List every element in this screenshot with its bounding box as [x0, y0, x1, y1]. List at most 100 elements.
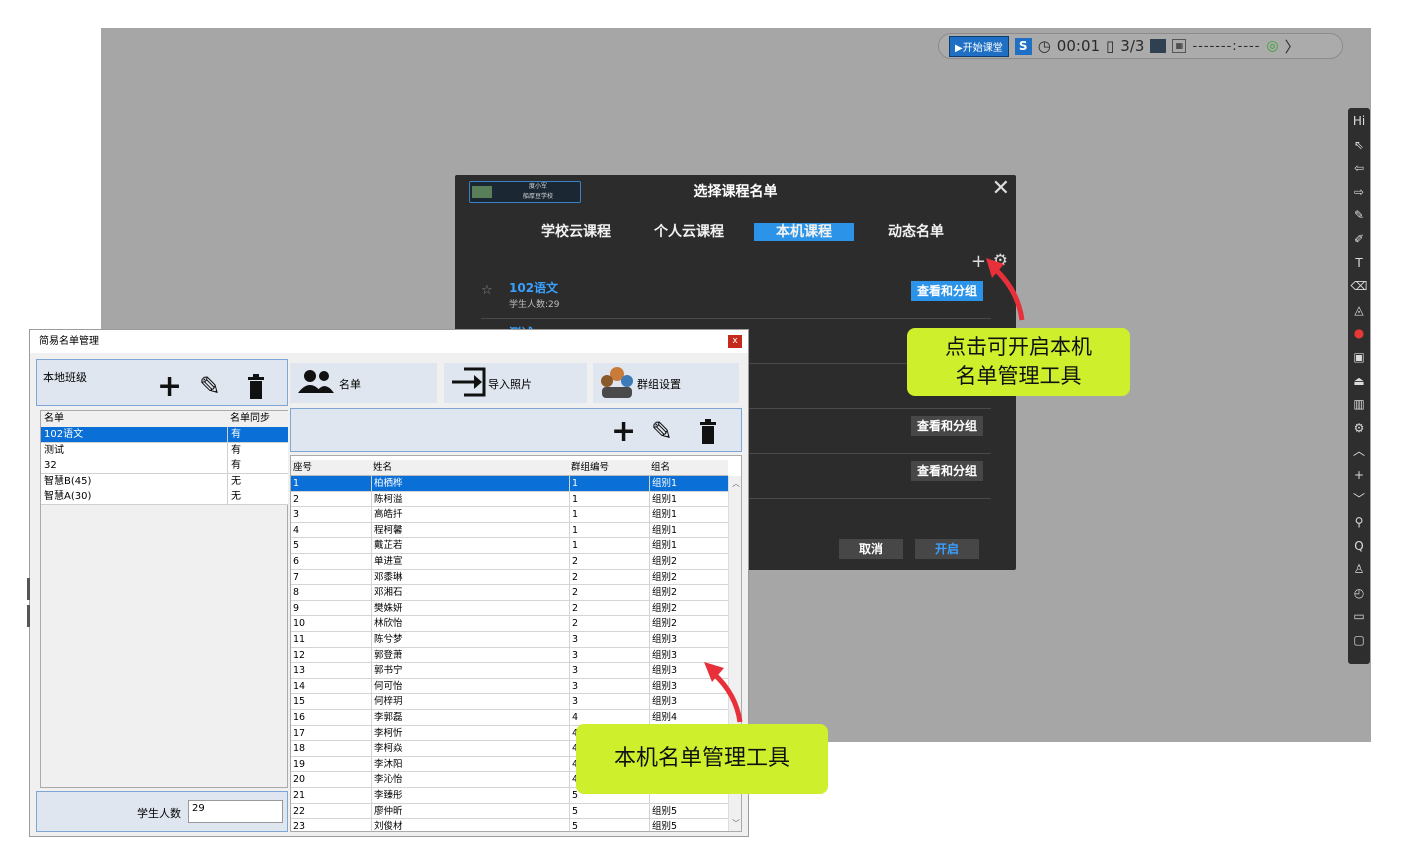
sync-cell: 有 — [227, 442, 288, 459]
tab-roster[interactable]: 名单 — [290, 363, 437, 403]
trash-icon[interactable] — [247, 374, 265, 400]
people-icon — [298, 370, 334, 393]
table-row[interactable]: 13 郭书宁 3 组别3 — [291, 663, 728, 679]
tab-local-course[interactable]: 本机课程 — [754, 223, 854, 241]
table-row[interactable]: 4 程柯馨 1 组别1 — [291, 522, 728, 539]
class-name-cell: 32 — [44, 460, 57, 472]
palette-icon[interactable]: ● — [1349, 322, 1369, 346]
class-name-cell: 102语文 — [44, 429, 84, 440]
star-icon[interactable]: ☆ — [481, 283, 493, 298]
cancel-button[interactable]: 取消 — [839, 539, 903, 559]
pen-icon[interactable]: ✎ — [1349, 204, 1369, 228]
tab-personal-cloud[interactable]: 个人云课程 — [654, 223, 724, 241]
course-name: 102语文 — [509, 281, 559, 295]
group-name-cell: 组别1 — [649, 476, 728, 492]
student-count-label: 学生人数 — [137, 807, 181, 820]
table-row[interactable]: 测试 有 — [41, 442, 288, 459]
open-button[interactable]: 开启 — [915, 539, 979, 559]
settings-icon[interactable]: ⚙ — [1349, 417, 1369, 441]
qr-icon[interactable]: ▦ — [1172, 39, 1187, 53]
person-icon[interactable]: ♙ — [1349, 558, 1369, 582]
tab-group-settings[interactable]: 群组设置 — [593, 363, 739, 403]
red-arrow-icon — [704, 662, 743, 723]
tab-school-cloud[interactable]: 学校云课程 — [541, 223, 611, 241]
start-class-button[interactable]: ▶开始课堂 — [949, 35, 1009, 57]
screen-icon[interactable] — [1150, 39, 1167, 53]
tab-label: 名单 — [339, 378, 361, 391]
stamp-icon[interactable]: ⏏ — [1349, 370, 1369, 394]
cursor-icon[interactable]: ⇖ — [1349, 134, 1369, 158]
text-icon[interactable]: T — [1349, 252, 1369, 276]
text-box-icon[interactable]: ▭ — [1349, 605, 1369, 629]
table-row[interactable]: 11 陈兮梦 3 组别3 — [291, 632, 728, 648]
group-name-cell: 组别1 — [649, 491, 728, 508]
group-id-cell: 2 — [569, 569, 649, 586]
table-row[interactable]: 14 何可怡 3 组别3 — [291, 678, 728, 695]
seat-cell: 1 — [293, 478, 300, 489]
q-icon[interactable]: Q — [1349, 535, 1369, 559]
zoom-icon[interactable]: ⚲ — [1349, 511, 1369, 535]
redo-icon[interactable]: ⇨ — [1349, 181, 1369, 205]
scroll-down-icon[interactable]: ﹀ — [729, 818, 741, 829]
close-icon[interactable]: ✕ — [992, 176, 1010, 201]
seat-cell: 8 — [293, 587, 300, 599]
column-header: 名单同步 — [230, 413, 270, 424]
s-app-icon[interactable]: S — [1014, 37, 1032, 55]
dialog-title: 选择课程名单 — [693, 184, 778, 200]
view-group-button[interactable]: 查看和分组 — [911, 416, 983, 436]
class-list-table: 名单 名单同步 102语文有测试有 32 有智慧B(45) 无智慧A(30) 无 — [40, 410, 288, 788]
list-item[interactable]: ☆ 102语文 学生人数:29 查看和分组 — [481, 275, 991, 319]
name-cell: 程柯馨 — [371, 522, 569, 539]
table-row[interactable]: 12 郭登萧 3 组别3 — [291, 647, 728, 664]
undo-icon[interactable]: ⇦ — [1349, 157, 1369, 181]
tab-import-photos[interactable]: 导入照片 — [444, 363, 587, 403]
name-cell: 郭登萧 — [371, 647, 569, 664]
view-group-button[interactable]: 查看和分组 — [911, 461, 983, 481]
student-count-field[interactable]: 29 — [188, 800, 283, 823]
table-row[interactable]: 9 樊姝妍 2 组别2 — [291, 600, 728, 617]
scroll-up-icon[interactable]: ︿ — [729, 478, 741, 489]
timer-text: 00:01 — [1056, 37, 1101, 55]
table-row[interactable]: 23 刘俊材 5 组别5 — [291, 819, 728, 831]
class-name-cell: 智慧A(30) — [44, 491, 92, 503]
timer-icon[interactable]: ◴ — [1349, 582, 1369, 606]
close-button[interactable]: x — [728, 335, 742, 348]
eraser-icon[interactable]: ⌫ — [1349, 275, 1369, 299]
chevron-right-icon[interactable]: 〉 — [1285, 36, 1300, 57]
capture-icon[interactable]: ▣ — [1349, 346, 1369, 370]
table-row[interactable]: 22 廖仲昕 5 组别5 — [291, 803, 728, 820]
table-row[interactable]: 智慧B(45) 无 — [41, 473, 288, 490]
class-toolbar: ▶开始课堂 S ◷ 00:01 ▯ 3/3 ▦ -------:---- ◎ 〉 — [938, 33, 1343, 59]
table-row[interactable]: 2 陈柯溢 1 组别1 — [291, 491, 728, 508]
add-icon[interactable]: + — [157, 372, 182, 402]
table-row[interactable]: 102语文 有 — [41, 427, 288, 443]
view-group-button[interactable]: 查看和分组 — [911, 281, 983, 301]
chevron-down-icon[interactable]: ﹀ — [1349, 488, 1369, 512]
seat-cell: 17 — [293, 727, 306, 739]
add-icon[interactable]: + — [611, 417, 636, 447]
table-row[interactable]: 15 何梓玥 3 组别3 — [291, 694, 728, 710]
trash-icon[interactable] — [699, 419, 717, 445]
tab-dynamic-roster[interactable]: 动态名单 — [888, 223, 944, 241]
table-row[interactable]: 8 邓湘石 2 组别2 — [291, 585, 728, 601]
pencil-icon[interactable]: ✎ — [651, 417, 673, 447]
table-row[interactable]: 6 单进宣 2 组别2 — [291, 554, 728, 570]
marker-icon[interactable]: ✐ — [1349, 228, 1369, 252]
hi-icon[interactable]: Hi — [1349, 110, 1369, 134]
table-row[interactable]: 3 高皓扦 1 组别1 — [291, 507, 728, 523]
trash-icon[interactable]: ▥ — [1349, 393, 1369, 417]
chevron-up-icon[interactable]: ︿ — [1349, 440, 1369, 464]
pencil-icon[interactable]: ✎ — [199, 372, 221, 402]
exit-icon[interactable]: ▢ — [1349, 629, 1369, 653]
table-row[interactable]: 32 有 — [41, 458, 288, 475]
table-row[interactable]: 7 邓黍琳 2 组别2 — [291, 569, 728, 586]
table-row[interactable]: 1 柏栖桦 1 组别1 — [291, 476, 728, 492]
table-row[interactable]: 10 林欣怡 2 组别2 — [291, 616, 728, 632]
import-icon — [452, 367, 486, 397]
add-icon[interactable]: + — [1349, 464, 1369, 488]
fill-icon[interactable]: ◬ — [1349, 299, 1369, 323]
clock-icon: ◷ — [1037, 37, 1051, 55]
table-row[interactable]: 5 戴芷若 1 组别1 — [291, 538, 728, 554]
table-row[interactable]: 智慧A(30) 无 — [41, 489, 288, 506]
name-cell: 单进宣 — [371, 554, 569, 570]
